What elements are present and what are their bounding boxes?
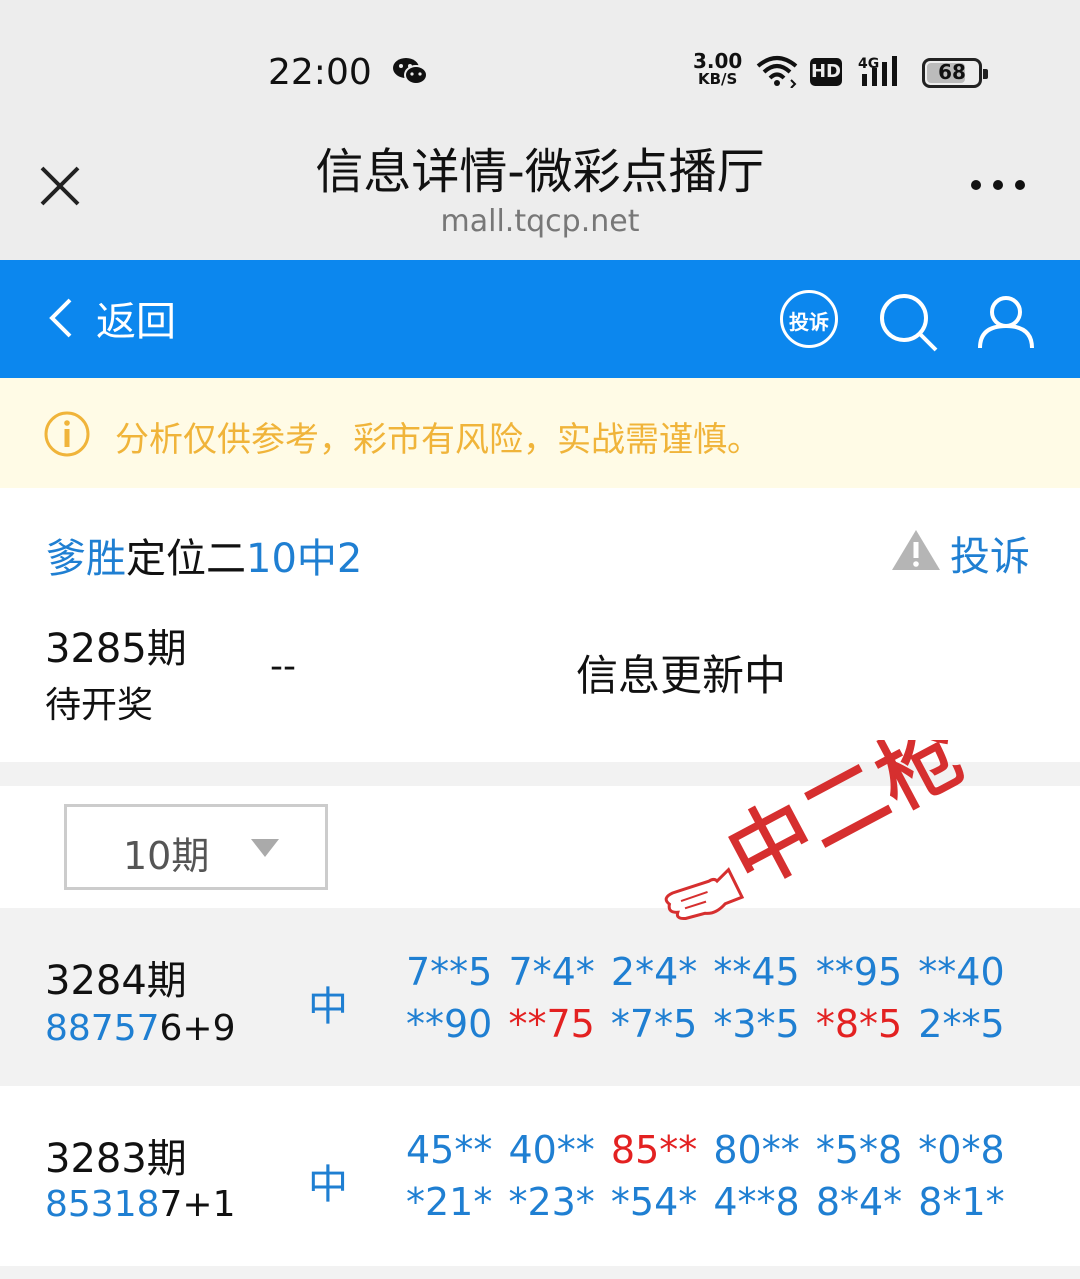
pick-number: 45** [406, 1128, 493, 1172]
pick-number: *3*5 [713, 1002, 800, 1046]
draw-rest: 6+9 [159, 1008, 236, 1049]
pick-number: **75 [508, 1002, 595, 1046]
annotation-stamp: 中二枪 [664, 740, 981, 921]
plan-title: 爹胜定位二10中2 [46, 526, 362, 584]
search-icon[interactable] [876, 290, 940, 354]
info-icon [44, 411, 90, 457]
pick-number: **90 [406, 1002, 493, 1046]
history-result: 中 [308, 984, 348, 1030]
chevron-left-icon [49, 298, 72, 338]
pick-number: 8*1* [918, 1180, 1005, 1224]
period-select-value: 10期 [123, 834, 210, 878]
hd-badge: HD [810, 58, 842, 86]
history-issue: 3284期 [45, 958, 187, 1004]
pick-number: 2**5 [918, 1002, 1005, 1046]
pick-number: **45 [713, 950, 800, 994]
pending-dash: -- [270, 646, 296, 687]
dropdown-arrow-icon [251, 839, 279, 857]
pick-number: 7**5 [406, 950, 493, 994]
user-icon[interactable] [974, 290, 1038, 354]
net-speed-unit: KB/S [698, 70, 738, 88]
history-issue: 3283期 [45, 1136, 187, 1182]
battery-indicator: 68 [922, 58, 988, 88]
net-speed: 3.00 KB/S [693, 49, 743, 88]
complain-link[interactable]: 投诉 [950, 524, 1030, 582]
pick-number: 80** [713, 1128, 800, 1172]
signal-4g-icon: 4G [858, 56, 897, 86]
status-bar [0, 0, 1080, 120]
back-label: 返回 [96, 299, 176, 345]
pick-number: 2*4* [610, 950, 698, 994]
stamp-text: 中二枪 [711, 740, 980, 908]
pick-number: *7*5 [610, 1002, 698, 1046]
pick-number: *23* [508, 1180, 595, 1224]
pick-number: *5*8 [815, 1128, 903, 1172]
plan-author[interactable]: 爹胜 [46, 536, 126, 582]
more-icon[interactable] [968, 175, 1028, 195]
net-speed-value: 3.00 [693, 49, 743, 73]
plan-type: 定位二 [126, 536, 246, 582]
wechat-icon [393, 58, 428, 85]
draw-highlight: 85318 [45, 1184, 160, 1225]
pick-number: 40** [508, 1128, 595, 1172]
pick-number: **40 [918, 950, 1005, 994]
pick-number: *0*8 [918, 1128, 1005, 1172]
history-draw: 853187+1 [45, 1184, 236, 1225]
plan-record: 10中2 [246, 536, 363, 582]
webview-title: 信息详情-微彩点播厅 [315, 144, 765, 200]
status-time: 22:00 [268, 52, 372, 93]
draw-rest: 7+1 [159, 1184, 236, 1225]
history-picks: 7**5 7*4* 2*4* **45 **95 **40 **90 **75 … [406, 946, 1046, 1050]
pick-number: *54* [610, 1180, 698, 1224]
webview-url: mall.tqcp.net [440, 204, 640, 239]
pick-number: 7*4* [508, 950, 595, 994]
notice-text: 分析仅供参考，彩市有风险，实战需谨慎。 [115, 420, 761, 460]
draw-highlight: 88757 [45, 1008, 160, 1049]
pick-number: **95 [815, 950, 903, 994]
history-draw: 887576+9 [45, 1008, 236, 1049]
warning-icon[interactable] [890, 528, 942, 572]
pick-number: *8*5 [815, 1002, 903, 1046]
pending-status: 待开奖 [45, 685, 154, 726]
complain-nav-button[interactable]: 投诉 [780, 290, 838, 348]
pending-issue: 3285期 [45, 626, 187, 672]
history-result: 中 [308, 1162, 348, 1208]
pending-update: 信息更新中 [576, 651, 787, 700]
pick-number: 4**8 [713, 1180, 800, 1224]
pick-number: *21* [406, 1180, 493, 1224]
wifi-icon [756, 56, 798, 88]
battery-level: 68 [938, 60, 966, 84]
period-select[interactable]: 10期 [64, 804, 328, 890]
back-button[interactable]: 返回 [46, 288, 176, 348]
pick-number: 85** [610, 1128, 698, 1172]
history-picks: 45** 40** 85** 80** *5*8 *0*8 *21* *23* … [406, 1124, 1046, 1228]
pick-number: 8*4* [815, 1180, 903, 1224]
bottom-divider [0, 1266, 1080, 1279]
